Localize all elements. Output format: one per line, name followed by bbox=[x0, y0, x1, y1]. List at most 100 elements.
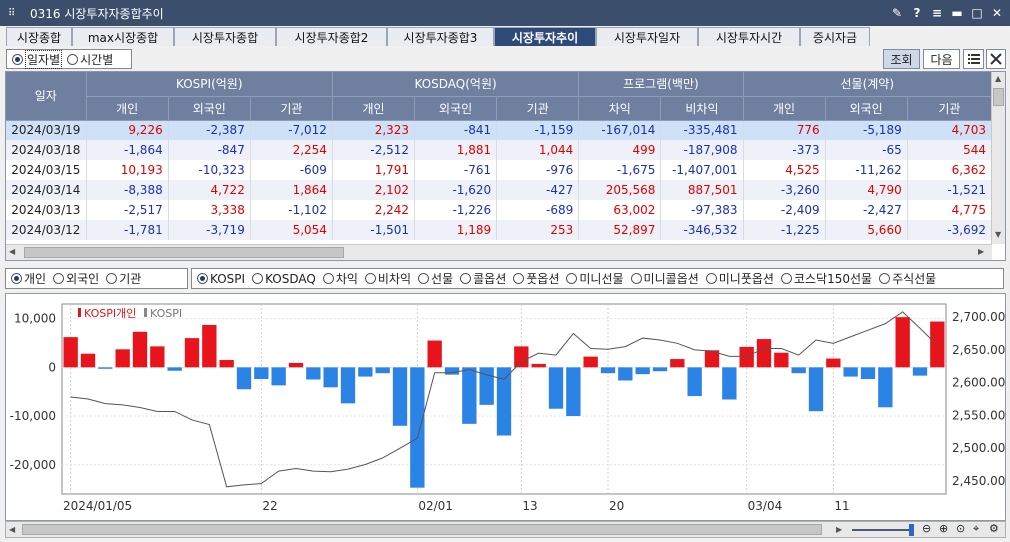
investor-trend-chart[interactable]: 10,000 0 -10,000 -20,000 2,700.00 2,650.00 2,6… bbox=[5, 293, 1006, 521]
table-row[interactable]: 2024/03/19 9,226 -2,387 -7,012 2,323 -841 -1,1… bbox=[6, 120, 993, 140]
next-button[interactable]: 다음 bbox=[923, 49, 960, 69]
chart-canvas[interactable]: 10,000 0 -10,000 -20,000 2,700.00 2,650.00 2,6… bbox=[6, 294, 1005, 520]
date-column-header[interactable]: 일자 bbox=[6, 72, 87, 121]
scroll-up-icon[interactable]: ▲ bbox=[995, 74, 1001, 83]
tab-market-investor-daily[interactable]: 시장투자일자 bbox=[596, 27, 698, 46]
value-cell: -1,159 bbox=[496, 120, 580, 140]
vertical-scroll-thumb[interactable] bbox=[993, 88, 1004, 106]
market-radio-kosdaq[interactable]: KOSDAQ bbox=[252, 272, 316, 286]
market-radio-arbitrage[interactable]: 차익 bbox=[322, 270, 358, 287]
market-radio-put[interactable]: 풋옵션 bbox=[513, 270, 559, 287]
chart-settings-icon[interactable]: ⚙ bbox=[989, 522, 999, 535]
hourly-radio-label: 시간별 bbox=[80, 52, 114, 67]
futures-institution-header[interactable]: 기관 bbox=[907, 96, 993, 121]
investor-radio-foreign[interactable]: 외국인 bbox=[53, 270, 99, 287]
value-cell: -10,323 bbox=[168, 160, 251, 180]
chart-scroll-left-icon[interactable]: ◀ bbox=[9, 525, 15, 534]
chart-bar bbox=[80, 353, 96, 368]
program-arbitrage-header[interactable]: 차익 bbox=[578, 96, 662, 121]
market-radio-mini-call[interactable]: 미니콜옵션 bbox=[630, 270, 699, 287]
legend-swatch-kospi bbox=[144, 308, 147, 317]
value-cell: 544 bbox=[907, 140, 993, 160]
daily-radio[interactable]: 일자별 bbox=[12, 49, 63, 69]
kosdaq-foreign-header[interactable]: 외국인 bbox=[414, 96, 498, 121]
futures-foreign-header[interactable]: 외국인 bbox=[825, 96, 908, 121]
tab-market-summary[interactable]: 시장종합 bbox=[6, 27, 72, 46]
table-row[interactable]: 2024/03/18 -1,864 -847 2,254 -2,512 1,881 1,04… bbox=[6, 140, 993, 160]
query-button[interactable]: 조회 bbox=[883, 49, 920, 69]
tab-market-investor-summary-2[interactable]: 시장투자종합2 bbox=[276, 27, 387, 46]
zoom-in-icon[interactable]: ⊕ bbox=[939, 522, 948, 535]
tab-market-investor-summary-3[interactable]: 시장투자종합3 bbox=[387, 27, 494, 46]
zoom-out-icon[interactable]: ⊖ bbox=[922, 522, 931, 535]
program-nonarbitrage-header[interactable]: 비차익 bbox=[660, 96, 744, 121]
close-icon[interactable]: ✕ bbox=[990, 6, 1004, 20]
chart-scroll-right-icon[interactable]: ▶ bbox=[836, 525, 842, 534]
market-radio-nonarbitrage[interactable]: 비차익 bbox=[364, 270, 411, 287]
list-view-icon[interactable] bbox=[963, 49, 984, 69]
value-cell: -335,481 bbox=[660, 120, 744, 140]
chart-scroll-thumb[interactable] bbox=[22, 524, 822, 535]
market-radio-stock-futures[interactable]: 주식선물 bbox=[879, 270, 936, 287]
chart-bar bbox=[722, 367, 737, 400]
zoom-slider-handle[interactable] bbox=[909, 524, 914, 536]
market-radio-call[interactable]: 콜옵션 bbox=[460, 270, 506, 287]
value-cell: 1,881 bbox=[414, 140, 498, 160]
tab-market-investor-trend[interactable]: 시장투자추이 bbox=[494, 27, 596, 46]
period-radio-group: 일자별 시간별 bbox=[6, 49, 132, 69]
horizontal-scroll-thumb[interactable] bbox=[24, 247, 344, 258]
tab-stock-market-funds[interactable]: 증시자금 bbox=[800, 27, 870, 46]
chart-bar bbox=[236, 367, 252, 390]
help-icon[interactable]: ? bbox=[910, 6, 924, 20]
kosdaq-institution-header[interactable]: 기관 bbox=[496, 96, 580, 121]
investor-radio-institution[interactable]: 기관 bbox=[106, 270, 141, 287]
value-cell: -2,427 bbox=[825, 200, 908, 220]
chart-bar bbox=[618, 367, 633, 381]
menu-icon[interactable]: ≡ bbox=[930, 6, 944, 20]
table-row[interactable]: 2024/03/15 10,193 -10,323 -609 1,791 -761 -976… bbox=[6, 160, 993, 180]
value-cell: -97,383 bbox=[660, 200, 744, 220]
market-radio-mini-put[interactable]: 미니풋옵션 bbox=[705, 270, 774, 287]
table-row[interactable]: 2024/03/14 -8,388 4,722 1,864 2,102 -1,620 -42… bbox=[6, 180, 993, 200]
tab-max-market-summary[interactable]: max시장종합 bbox=[72, 27, 174, 46]
value-cell: -1,501 bbox=[332, 220, 416, 240]
table-vertical-scrollbar[interactable]: ▲ ▼ bbox=[991, 72, 1005, 244]
right-axis-tick-label: 2,650.00 bbox=[952, 343, 1005, 357]
chart-bar bbox=[132, 331, 148, 368]
title-bar: ⠿ 0316 시장투자자종합추이 ✎ ? ≡ ▬ □ ✕ bbox=[0, 0, 1010, 26]
zoom-fit-icon[interactable]: ⊙ bbox=[956, 522, 965, 535]
table-row[interactable]: 2024/03/12 -1,781 -3,719 5,054 -1,501 1,189 25… bbox=[6, 220, 993, 240]
futures-individual-header[interactable]: 개인 bbox=[743, 96, 826, 121]
table-row[interactable]: 2024/03/13 -2,517 3,338 -1,102 2,242 -1,226 -6… bbox=[6, 200, 993, 220]
daily-radio-label: 일자별 bbox=[25, 49, 63, 69]
tab-market-investor-hourly[interactable]: 시장투자시간 bbox=[698, 27, 800, 46]
value-cell: -8,388 bbox=[86, 180, 169, 200]
value-cell: 2,102 bbox=[332, 180, 416, 200]
market-radio-mini-futures[interactable]: 미니선물 bbox=[566, 270, 624, 287]
maximize-icon[interactable]: □ bbox=[970, 6, 984, 20]
kospi-institution-header[interactable]: 기관 bbox=[250, 96, 333, 121]
pin-icon[interactable]: ✎ bbox=[890, 6, 904, 20]
tab-market-investor-summary[interactable]: 시장투자종합 bbox=[174, 27, 276, 46]
minimize-icon[interactable]: ▬ bbox=[950, 6, 964, 20]
value-cell: -187,908 bbox=[660, 140, 744, 160]
market-radio-kospi[interactable]: KOSPI bbox=[197, 272, 245, 286]
table-horizontal-scrollbar[interactable]: ◀ ▶ bbox=[6, 244, 992, 260]
radio-unselected-icon bbox=[780, 273, 792, 284]
crosshair-icon[interactable]: ⌖ bbox=[973, 522, 979, 536]
scroll-down-icon[interactable]: ▼ bbox=[995, 230, 1001, 239]
left-axis-tick-label: -20,000 bbox=[10, 458, 56, 472]
scroll-right-icon[interactable]: ▶ bbox=[978, 247, 984, 256]
value-cell: 4,703 bbox=[907, 120, 993, 140]
kospi-individual-header[interactable]: 개인 bbox=[86, 96, 169, 121]
market-radio-futures[interactable]: 선물 bbox=[418, 270, 453, 287]
chart-bar bbox=[167, 367, 182, 371]
collapse-icon[interactable] bbox=[986, 49, 1006, 69]
kospi-foreign-header[interactable]: 외국인 bbox=[168, 96, 251, 121]
kosdaq-individual-header[interactable]: 개인 bbox=[332, 96, 416, 121]
hourly-radio[interactable]: 시간별 bbox=[67, 51, 113, 68]
investor-radio-individual[interactable]: 개인 bbox=[11, 270, 46, 287]
market-radio-kosdaq150-futures[interactable]: 코스닥150선물 bbox=[780, 270, 872, 287]
zoom-slider[interactable] bbox=[852, 529, 914, 531]
scroll-left-icon[interactable]: ◀ bbox=[9, 247, 15, 256]
